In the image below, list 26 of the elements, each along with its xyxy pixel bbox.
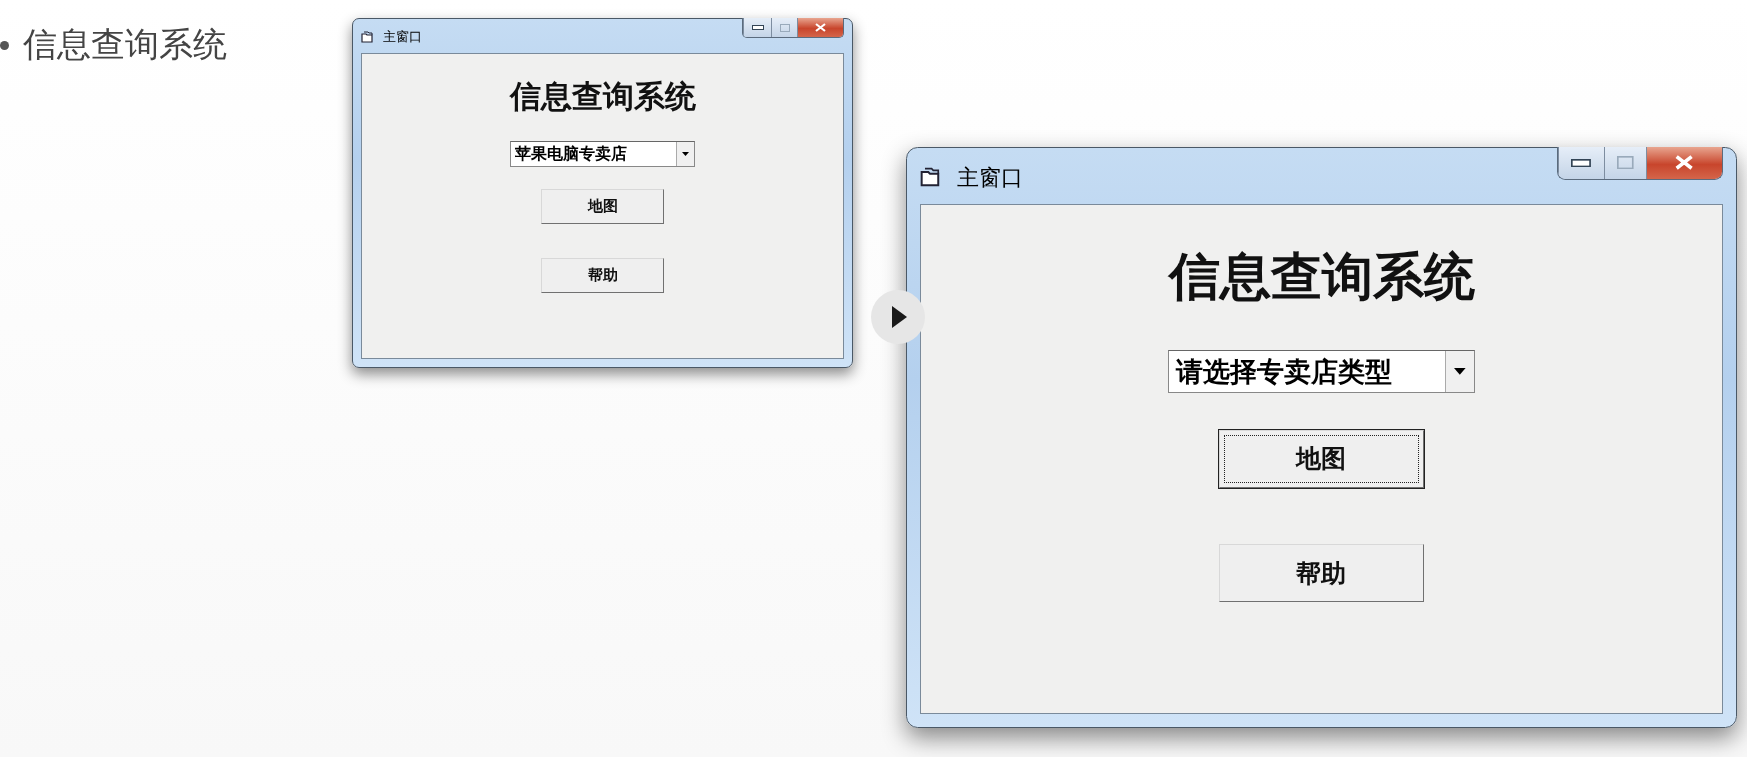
minimize-button[interactable] — [743, 18, 771, 37]
close-icon — [815, 23, 826, 32]
minimize-icon — [751, 25, 764, 30]
maximize-icon — [1617, 156, 1634, 170]
slide-bullet-text: 信息查询系统 — [23, 23, 227, 66]
close-button[interactable] — [1646, 147, 1722, 179]
minimize-button[interactable] — [1557, 147, 1604, 179]
system-heading: 信息查询系统 — [1168, 244, 1475, 308]
window-button[interactable]: 帮助 — [1219, 544, 1424, 603]
window-button[interactable]: 帮助 — [541, 258, 664, 293]
close-icon — [1675, 155, 1694, 171]
window-title: 主窗口 — [383, 28, 422, 46]
window-title: 主窗口 — [956, 163, 1023, 192]
minimize-icon — [1571, 158, 1592, 167]
store-type-dropdown[interactable]: 苹果电脑专卖店 — [510, 141, 695, 167]
close-button[interactable] — [797, 18, 843, 37]
system-heading: 信息查询系统 — [509, 77, 696, 116]
play-icon[interactable] — [870, 289, 926, 345]
window-button[interactable]: 地图 — [1219, 429, 1424, 488]
window-icon — [361, 31, 375, 43]
dropdown-arrow-icon — [1454, 368, 1466, 375]
store-type-dropdown[interactable]: 请选择专卖店类型 — [1167, 350, 1476, 394]
bullet-icon — [0, 40, 9, 50]
window-button[interactable]: 地图 — [541, 189, 664, 224]
maximize-icon — [779, 23, 790, 32]
dropdown-arrow-icon — [682, 152, 689, 156]
